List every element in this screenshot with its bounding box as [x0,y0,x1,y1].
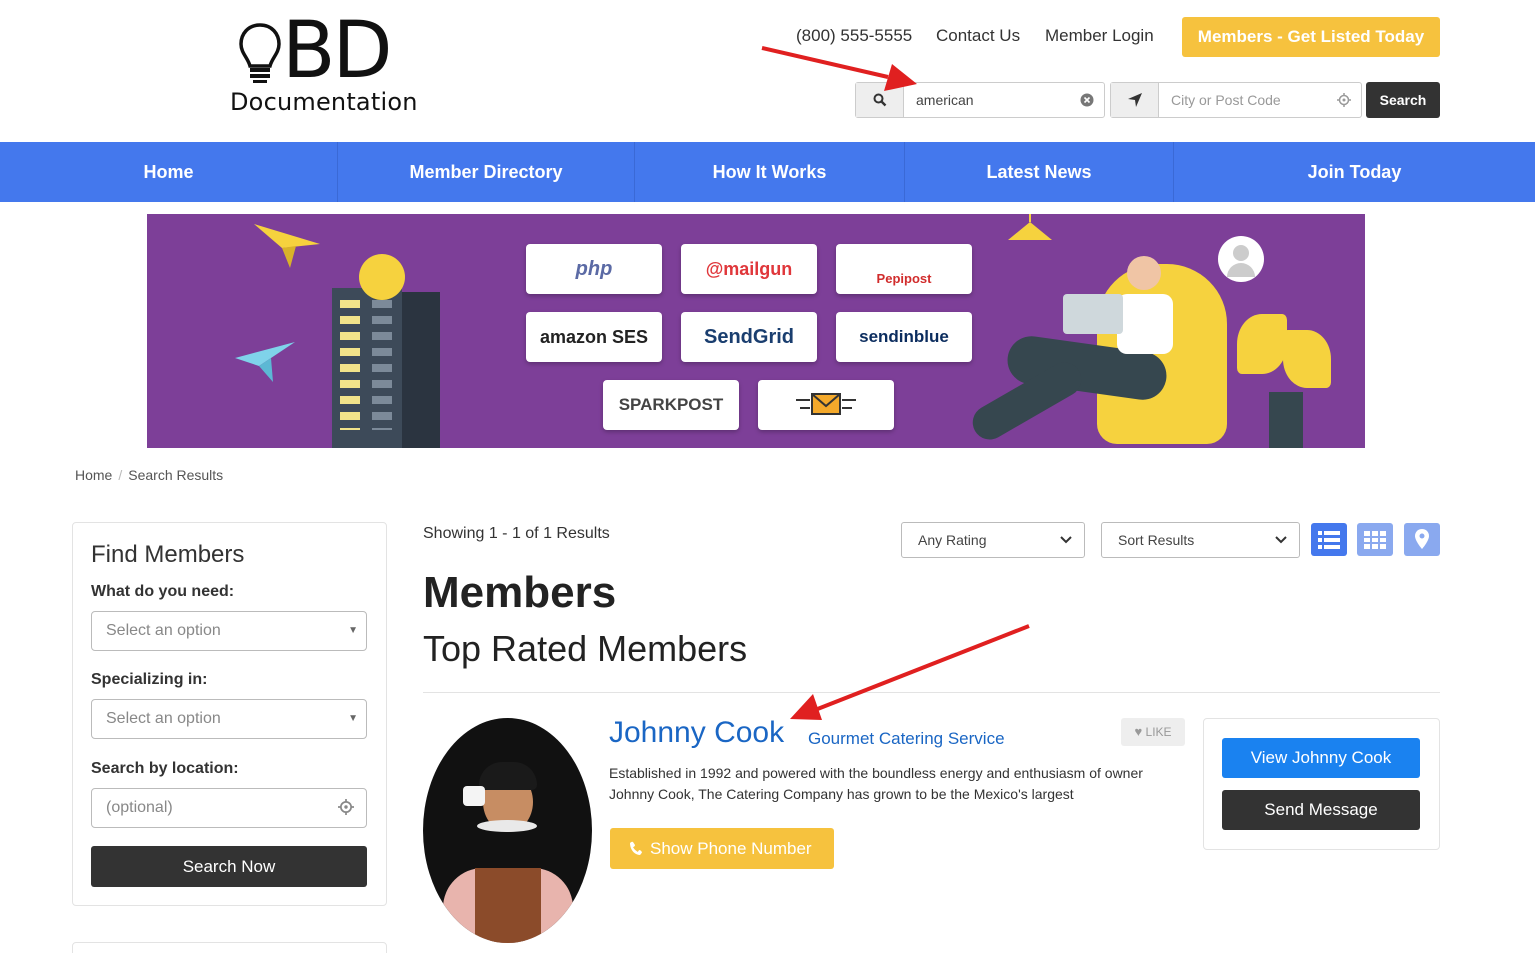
like-label: LIKE [1145,725,1172,739]
sort-select[interactable]: Sort Results [1101,522,1300,558]
nav-how-it-works[interactable]: How It Works [635,142,905,202]
grid-icon [1364,531,1386,549]
logo-text: BD [282,6,393,96]
like-button[interactable]: ♥ LIKE [1121,718,1185,746]
logo-tile-sparkpost: SPARKPOST [603,380,739,430]
logo-tile-mailgun: @mailgun [681,244,817,294]
phone-link[interactable]: (800) 555-5555 [796,26,912,46]
breadcrumb: Home / Search Results [75,467,223,483]
crosshair-icon[interactable] [1337,93,1351,107]
nav-join-today[interactable]: Join Today [1174,142,1535,202]
nav-home[interactable]: Home [0,142,338,202]
divider [423,692,1440,693]
plant-illustration [1237,314,1337,448]
map-view-button[interactable] [1404,523,1440,556]
results-count: Showing 1 - 1 of 1 Results [423,525,610,542]
location-field[interactable]: (optional) [91,788,367,828]
member-actions-panel: View Johnny Cook Send Message [1203,718,1440,850]
user-avatar-icon [1218,236,1264,282]
chevron-down-icon [1275,536,1287,544]
server-illustration [332,288,440,448]
nav-member-directory[interactable]: Member Directory [338,142,635,202]
location-arrow-icon [1128,93,1142,107]
logo-tile-envelope [758,380,894,430]
location-field-placeholder: (optional) [106,799,173,816]
search-now-button[interactable]: Search Now [91,846,367,887]
rating-filter[interactable]: Any Rating [901,522,1085,558]
clear-icon[interactable] [1080,93,1094,107]
logo-subtext: Documentation [230,88,418,116]
breadcrumb-current: Search Results [128,467,224,483]
lamp-icon [1008,214,1052,240]
need-select-placeholder: Select an option [106,622,221,639]
specializing-label: Specializing in: [91,671,208,688]
view-profile-button[interactable]: View Johnny Cook [1222,738,1420,778]
lightbulb-icon [239,23,281,83]
sidebar-second-panel [72,942,387,953]
member-description: Established in 1992 and powered with the… [609,765,1143,802]
logo-tile-amazon-ses: amazon SES [526,312,662,362]
page-title: Members [423,568,617,617]
member-category-link[interactable]: Gourmet Catering Service [808,729,1005,749]
find-members-panel: Find Members What do you need: Select an… [72,522,387,906]
email-badge-icon [359,254,405,300]
search-input[interactable]: american [916,92,974,108]
logo-tile-php: php [526,244,662,294]
crosshair-icon[interactable] [338,799,354,815]
list-view-button[interactable] [1311,523,1347,556]
search-addon [856,83,904,117]
promo-banner[interactable]: php @mailgun Pepipost amazon SES SendGri… [147,214,1365,448]
grid-view-button[interactable] [1357,523,1393,556]
specializing-select-placeholder: Select an option [106,710,221,727]
send-message-button[interactable]: Send Message [1222,790,1420,830]
chevron-down-icon [1060,536,1072,544]
search-icon [873,93,887,107]
site-header: BD Documentation (800) 555-5555 Contact … [0,0,1535,142]
show-phone-button[interactable]: Show Phone Number [610,828,834,869]
location-search: City or Post Code [1110,82,1362,118]
page-subtitle: Top Rated Members [423,628,748,669]
need-label: What do you need: [91,583,235,600]
annotation-arrow [790,624,1030,720]
main-nav: Home Member Directory How It Works Lates… [0,142,1535,202]
breadcrumb-separator: / [118,467,123,483]
get-listed-button[interactable]: Members - Get Listed Today [1182,17,1440,57]
keyword-search: american [855,82,1105,118]
person-illustration [927,254,1227,448]
contact-link[interactable]: Contact Us [936,26,1020,46]
rating-filter-value: Any Rating [918,532,987,548]
map-pin-icon [1415,529,1429,549]
breadcrumb-home[interactable]: Home [75,467,112,483]
nav-latest-news[interactable]: Latest News [905,142,1174,202]
show-phone-label: Show Phone Number [650,839,812,858]
heart-icon: ♥ [1134,724,1143,739]
logo-tile-sendgrid: SendGrid [681,312,817,362]
paper-plane-icon [254,224,320,268]
caret-down-icon: ▼ [348,625,358,636]
phone-icon [630,841,642,855]
need-select[interactable]: Select an option ▼ [91,611,367,651]
member-name-link[interactable]: Johnny Cook [609,716,784,750]
sort-select-value: Sort Results [1118,532,1195,548]
site-logo[interactable]: BD Documentation [228,12,438,118]
paper-plane-icon [235,342,295,382]
search-button[interactable]: Search [1366,82,1440,118]
sidebar-title: Find Members [91,541,245,568]
location-input[interactable]: City or Post Code [1171,92,1281,108]
member-photo[interactable] [423,718,592,943]
list-icon [1318,531,1340,549]
location-addon[interactable] [1111,83,1159,117]
member-login-link[interactable]: Member Login [1045,26,1154,46]
location-label: Search by location: [91,760,239,777]
envelope-icon [796,393,856,415]
specializing-select[interactable]: Select an option ▼ [91,699,367,739]
caret-down-icon: ▼ [348,713,358,724]
